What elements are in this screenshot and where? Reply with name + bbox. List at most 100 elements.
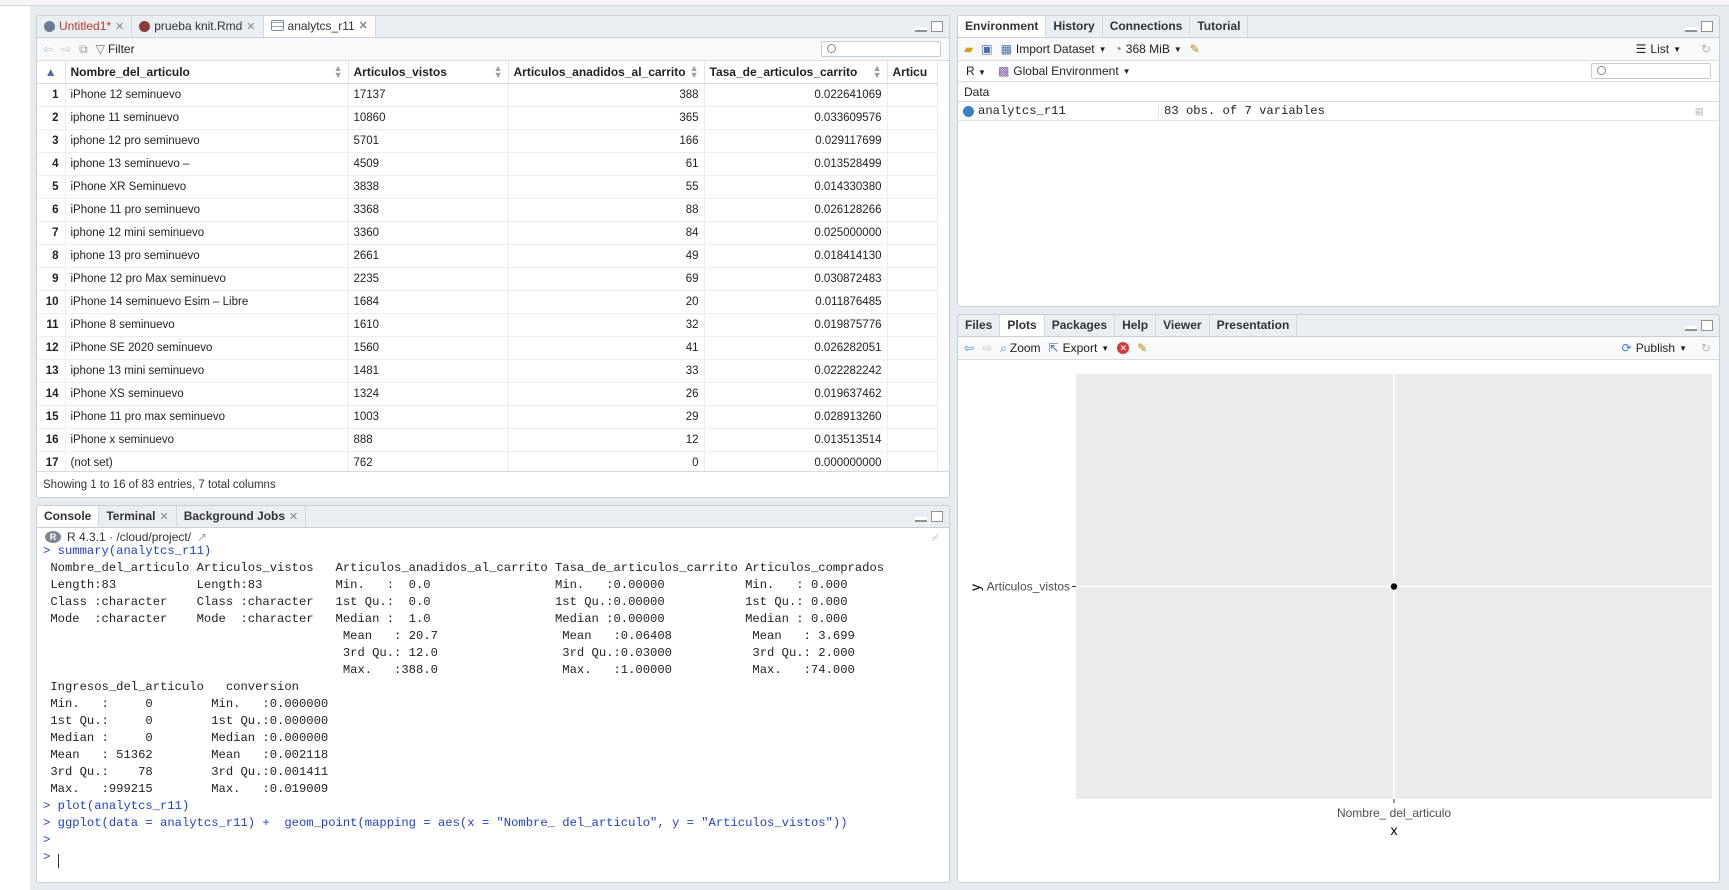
console-line: 1st Qu.: 0 1st Qu.:0.000000 bbox=[43, 714, 329, 728]
cell-tasa: 0.013513514 bbox=[704, 428, 888, 452]
tab-label: Plots bbox=[1007, 317, 1037, 332]
column-header[interactable]: Articu bbox=[887, 61, 938, 84]
sort-icon: ▲ ▼ bbox=[872, 63, 882, 80]
viewer-search-input[interactable] bbox=[821, 41, 941, 57]
cell-nombre: iPhone SE 2020 seminuevo bbox=[65, 336, 349, 360]
table-row[interactable]: 17 (not set) 762 0 0.000000000 bbox=[37, 451, 938, 471]
close-icon[interactable]: ✕ bbox=[159, 510, 168, 523]
maximize-icon[interactable] bbox=[1701, 320, 1713, 331]
export-button[interactable]: ⇱ Export ▼ bbox=[1049, 341, 1110, 355]
list-view-button[interactable]: ☰ List ▼ bbox=[1636, 42, 1681, 56]
tab-prueba-knit[interactable]: prueba knit.Rmd ✕ bbox=[132, 16, 264, 37]
tab-label: Connections bbox=[1109, 19, 1183, 33]
save-icon[interactable]: ▣ bbox=[981, 42, 992, 56]
table-row[interactable]: 16 iPhone x seminuevo 888 12 0.013513514 bbox=[37, 428, 938, 452]
tab-label: Files bbox=[965, 318, 993, 332]
expand-icon[interactable] bbox=[963, 105, 974, 117]
close-icon[interactable]: ✕ bbox=[115, 20, 124, 33]
cell-tasa: 0.014330380 bbox=[704, 175, 888, 199]
table-row[interactable]: 4 iphone 13 seminuevo –4509 61 0.013528499 bbox=[37, 152, 938, 176]
back-arrow-icon[interactable]: ⇦ bbox=[964, 341, 974, 355]
table-row[interactable]: 7 iphone 12 mini seminuevo 3360 84 0.0250000… bbox=[37, 221, 938, 245]
table-row[interactable]: 9 iPhone 12 pro Max seminuevo 2235 69 0.0308… bbox=[37, 267, 938, 291]
maximize-icon[interactable] bbox=[1701, 21, 1713, 32]
tab-presentation[interactable]: Presentation bbox=[1210, 315, 1298, 336]
language-dropdown[interactable]: R ▼ bbox=[966, 64, 986, 78]
tab-label: Terminal bbox=[106, 509, 156, 523]
refresh-icon[interactable]: ↻ bbox=[1701, 341, 1711, 355]
table-row[interactable]: 13 iphone 13 mini seminuevo 1481 33 0.022282… bbox=[37, 359, 938, 383]
close-icon[interactable]: ✕ bbox=[246, 20, 255, 33]
import-dataset-button[interactable]: ▦ Import Dataset ▼ bbox=[1001, 42, 1107, 56]
maximize-icon[interactable] bbox=[931, 21, 943, 32]
tab-viewer[interactable]: Viewer bbox=[1156, 315, 1210, 336]
zoom-button[interactable]: ⌕ Zoom bbox=[1000, 341, 1040, 356]
table-row[interactable]: 15 iPhone 11 pro max seminuevo 1003 29 0.028… bbox=[37, 405, 938, 429]
tab-plots[interactable]: Plots bbox=[1000, 315, 1045, 336]
cell-nombre: iphone 13 mini seminuevo bbox=[65, 359, 349, 383]
table-row[interactable]: 1 iPhone 12 seminuevo 17137 388 0.022641069 bbox=[37, 83, 938, 107]
table-row[interactable]: 5 iPhone XR Seminuevo 3838 55 0.014330380 bbox=[37, 175, 938, 199]
filter-button[interactable]: ▽ Filter bbox=[96, 42, 135, 56]
minimize-icon[interactable] bbox=[915, 517, 927, 522]
refresh-icon[interactable]: ↻ bbox=[1701, 42, 1711, 56]
publish-button[interactable]: ⟳ Publish ▼ bbox=[1622, 341, 1687, 355]
forward-arrow-icon[interactable]: ⇨ bbox=[61, 42, 71, 56]
plots-toolbar: ⇦ ⇨ ⌕ Zoom ⇱ Export ▼ ✕ ✎ ⟳ Publish ▼ ↻ bbox=[958, 337, 1719, 360]
minimize-icon[interactable] bbox=[915, 27, 927, 32]
table-row[interactable]: 3 iphone 12 pro seminuevo 5701 166 0.0291176… bbox=[37, 129, 938, 153]
column-header[interactable]: Articulos_vistos ▲ ▼ bbox=[348, 61, 509, 84]
environment-row[interactable]: analytcs_r11 83 obs. of 7 variables ▤ bbox=[958, 102, 1719, 121]
goto-dir-icon[interactable]: ↗ bbox=[197, 530, 207, 544]
memory-button[interactable]: ◔ 368 MiB ▼ bbox=[1115, 42, 1182, 56]
tab-tutorial[interactable]: Tutorial bbox=[1190, 16, 1249, 37]
row-number-header[interactable]: ▲ bbox=[37, 61, 66, 84]
table-row[interactable]: 11 iPhone 8 seminuevo 1610 32 0.019875776 bbox=[37, 313, 938, 337]
cell-nombre: iPhone 8 seminuevo bbox=[65, 313, 349, 337]
table-row[interactable]: 10 iPhone 14 seminuevo Esim – Libre 1684 20… bbox=[37, 290, 938, 314]
minimize-icon[interactable] bbox=[1685, 27, 1697, 32]
grid-view-icon[interactable]: ▤ bbox=[1696, 104, 1703, 119]
table-row[interactable]: 8 iphone 13 pro seminuevo 2661 49 0.01841413… bbox=[37, 244, 938, 268]
close-icon[interactable]: ✕ bbox=[289, 510, 298, 523]
column-header[interactable]: Articulos_anadidos_al_carrito ▲ ▼ bbox=[508, 61, 705, 84]
tab-analytcs-r11[interactable]: analytcs_r11 ✕ bbox=[263, 16, 376, 37]
tab-help[interactable]: Help bbox=[1115, 315, 1157, 336]
tab-terminal[interactable]: Terminal ✕ bbox=[99, 506, 177, 527]
table-row[interactable]: 14 iPhone XS seminuevo 1324 26 0.019637462 bbox=[37, 382, 938, 406]
remove-plot-icon[interactable]: ✕ bbox=[1117, 342, 1130, 354]
broom-icon[interactable]: ✎ bbox=[1190, 42, 1200, 56]
row-number: 6 bbox=[37, 198, 66, 222]
tab-files[interactable]: Files bbox=[958, 315, 1001, 336]
table-row[interactable]: 2 iphone 11 seminuevo 10860 365 0.033609576 bbox=[37, 106, 938, 130]
column-header[interactable]: Nombre_del_articulo ▲ ▼ bbox=[65, 61, 349, 84]
tab-label: prueba knit.Rmd bbox=[154, 19, 243, 33]
column-header[interactable]: Tasa_de_articulos_carrito ▲ ▼ bbox=[704, 61, 888, 84]
back-arrow-icon[interactable]: ⇦ bbox=[43, 42, 53, 56]
minimize-icon[interactable] bbox=[1685, 326, 1697, 331]
cell-anadidos: 88 bbox=[508, 198, 705, 222]
cell-overflow bbox=[887, 382, 938, 406]
forward-arrow-icon[interactable]: ⇨ bbox=[982, 341, 992, 355]
open-folder-icon[interactable]: ▰ bbox=[964, 42, 973, 56]
table-row[interactable]: 12 iPhone SE 2020 seminuevo 1560 41 0.026282… bbox=[37, 336, 938, 360]
table-row[interactable]: 6 iPhone 11 pro seminuevo 3368 88 0.02612826… bbox=[37, 198, 938, 222]
cell-overflow bbox=[887, 221, 938, 245]
close-icon[interactable]: ✕ bbox=[359, 19, 368, 32]
environment-search-input[interactable] bbox=[1591, 63, 1711, 79]
maximize-icon[interactable] bbox=[931, 511, 943, 522]
funnel-icon: ▽ bbox=[95, 42, 105, 56]
tab-background-jobs[interactable]: Background Jobs ✕ bbox=[177, 506, 307, 527]
tab-packages[interactable]: Packages bbox=[1045, 315, 1116, 336]
broom-icon[interactable]: ✎ bbox=[1137, 341, 1147, 355]
console-output[interactable]: > summary(analytcs_r11) Nombre_del_artic… bbox=[43, 543, 948, 882]
tab-connections[interactable]: Connections bbox=[1103, 16, 1191, 37]
tab-untitled1[interactable]: Untitled1* ✕ bbox=[37, 16, 133, 37]
tab-environment[interactable]: Environment bbox=[958, 16, 1047, 37]
tab-label: Untitled1* bbox=[59, 19, 112, 33]
tab-history[interactable]: History bbox=[1046, 16, 1103, 37]
tab-console[interactable]: Console bbox=[37, 506, 100, 527]
cell-overflow bbox=[887, 290, 938, 314]
scope-dropdown[interactable]: ▩ Global Environment ▼ bbox=[998, 64, 1131, 78]
popout-icon[interactable]: ⧉ bbox=[79, 42, 88, 57]
